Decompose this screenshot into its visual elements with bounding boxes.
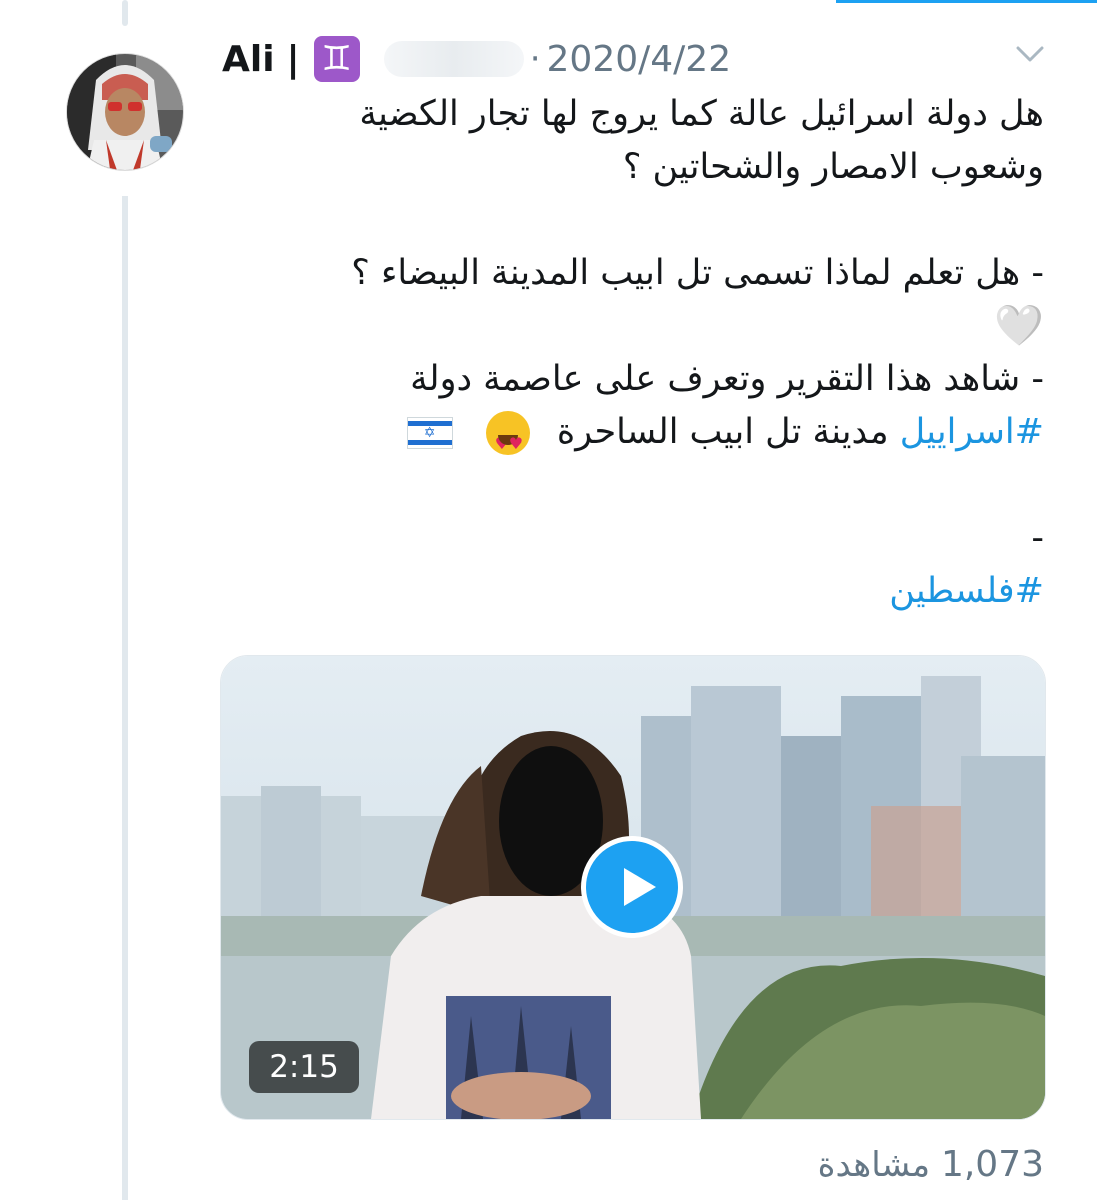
dash-line: - [1031,518,1044,558]
view-count: 1,073 مشاهدة [700,1140,1044,1190]
hashtag-israel-link[interactable]: #اسراييل [900,412,1044,452]
white-heart-icon: 🤍 [994,303,1044,349]
tweet-header: Ali | ♊ · 2020/4/22 [222,34,1022,84]
tweet-line-hashtag: #اسراييل مدينة تل ابيب الساحرة ✡ [222,406,1044,470]
tweet-text: هل دولة اسرائيل عالة كما يروج لها تجار ا… [222,88,1044,618]
zodiac-gemini-icon: ♊ [313,36,360,82]
chevron-down-icon[interactable] [1016,44,1044,64]
date-separator: · [529,39,541,79]
video-player[interactable]: 2:15 [220,655,1046,1120]
tweet-line-text: مدينة تل ابيب الساحرة [556,412,889,452]
hashtag-palestine-link[interactable]: #فلسطين [222,565,1044,618]
tweet-line: - شاهد هذا التقرير وتعرف على عاصمة دولة [410,359,1044,399]
tweet-line: هل دولة اسرائيل عالة كما يروج لها تجار ا… [359,94,1044,134]
heart-eyes-emoji-icon [485,411,530,470]
tweet-line: وشعوب الامصار والشحاتين ؟ [622,147,1044,187]
thread-line [122,196,128,1200]
video-duration-badge: 2:15 [249,1041,359,1093]
view-count-number: 1,073 [940,1144,1044,1185]
blurred-handle [383,41,524,77]
tweet-line: - هل تعلم لماذا تسمى تل ابيب المدينة الب… [351,253,1044,293]
avatar[interactable] [66,40,184,184]
israel-flag-icon: ✡ [406,417,453,449]
play-icon[interactable] [581,836,683,938]
name-separator: | [286,38,300,80]
author-name[interactable]: Ali [222,39,275,80]
tweet-date[interactable]: 2020/4/22 [547,39,732,80]
thread-connector-top [122,0,128,26]
top-accent-line [836,0,1097,3]
view-count-label: مشاهدة [817,1145,931,1185]
